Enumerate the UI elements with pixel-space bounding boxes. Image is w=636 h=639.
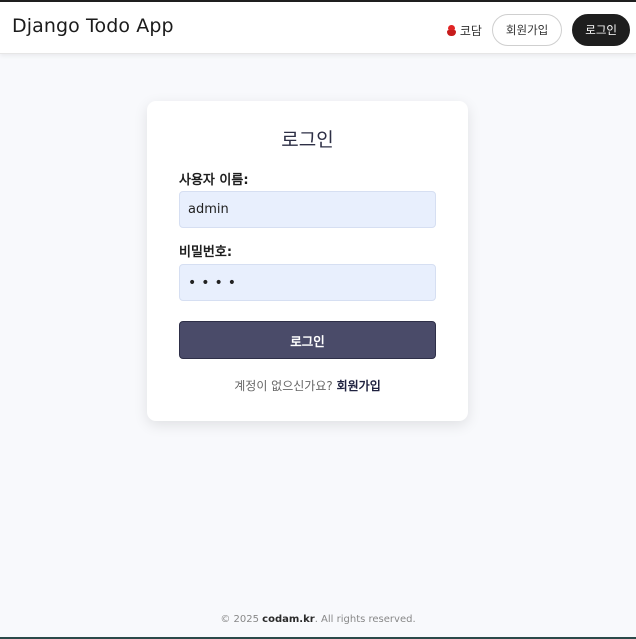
- footer-copyright: © 2025: [220, 614, 263, 625]
- nav-login-button[interactable]: 로그인: [572, 14, 630, 46]
- navbar: Django Todo App 코담 회원가입 로그인: [0, 2, 636, 54]
- username-label: 사용자 이름:: [179, 173, 249, 188]
- codam-link[interactable]: 코담: [446, 22, 482, 39]
- app-frame: Django Todo App 코담 회원가입 로그인 로그인 사용자 이름: …: [0, 0, 636, 639]
- login-title: 로그인: [281, 129, 334, 151]
- password-label: 비밀번호:: [179, 245, 233, 260]
- footer: © 2025 codam.kr. All rights reserved.: [0, 614, 636, 625]
- login-submit-button[interactable]: 로그인: [179, 321, 436, 359]
- codam-label: 코담: [459, 23, 482, 38]
- nav-actions: 코담 회원가입 로그인: [446, 14, 630, 46]
- password-input[interactable]: [179, 264, 436, 301]
- footer-site: codam.kr: [262, 614, 315, 625]
- login-card: 로그인 사용자 이름: 비밀번호: 로그인 계정이 없으신가요? 회원가입: [147, 101, 468, 421]
- nav-signup-button[interactable]: 회원가입: [491, 14, 563, 46]
- brand-title[interactable]: Django Todo App: [12, 15, 174, 37]
- username-input[interactable]: [179, 191, 436, 228]
- signup-prompt: 계정이 없으신가요? 회원가입: [147, 377, 468, 394]
- footer-rights: . All rights reserved.: [314, 614, 416, 625]
- codam-logo-icon: [446, 24, 456, 36]
- signup-link[interactable]: 회원가입: [337, 379, 381, 393]
- no-account-text: 계정이 없으신가요?: [234, 379, 333, 393]
